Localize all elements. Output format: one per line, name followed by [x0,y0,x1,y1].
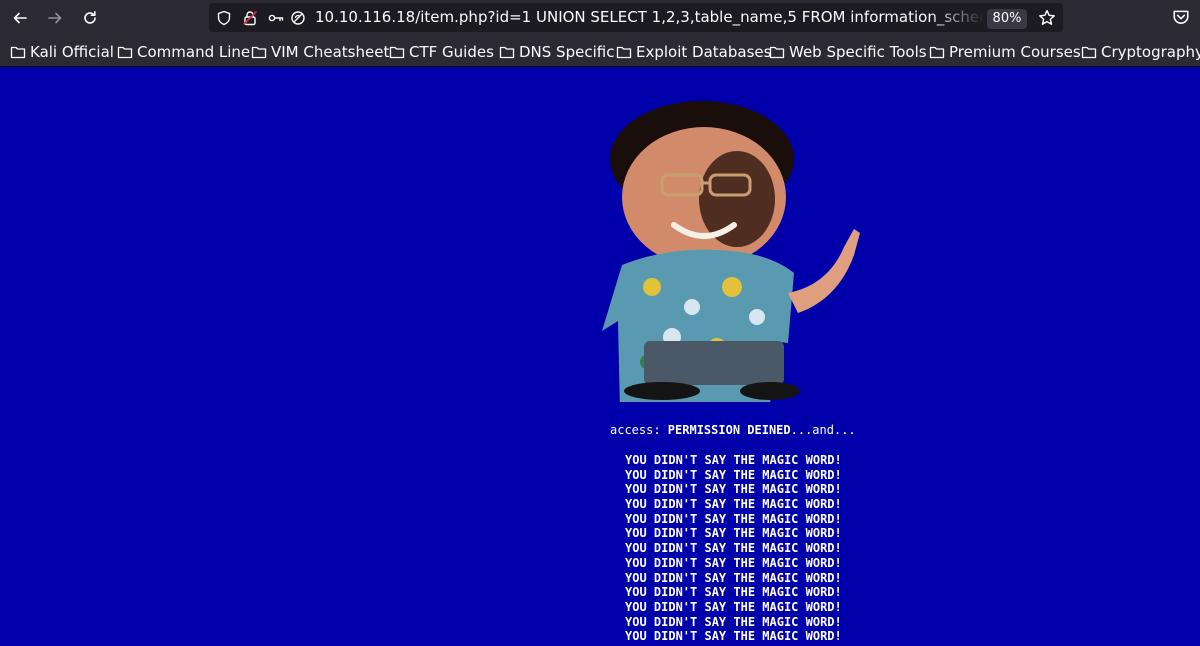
bookmark-label: Web Specific Tools [789,42,927,61]
insecure-lock-icon[interactable] [241,9,259,27]
folder-icon [1081,46,1097,58]
bookmark-label: Premium Courses [949,42,1081,61]
url-bar[interactable]: 10.10.116.18/item.php?id=1 UNION SELECT … [209,3,1063,32]
permissions-icon[interactable] [267,9,285,27]
magic-word-line: YOU DIDN'T SAY THE MAGIC WORD! [625,467,842,482]
magic-word-line: YOU DIDN'T SAY THE MAGIC WORD! [625,599,842,614]
zoom-level-button[interactable]: 80% [987,9,1027,29]
url-host: 10.10.116.18 [315,8,416,26]
url-path: /item.php?id=1 UNION SELECT 1,2,3,table_… [415,8,985,26]
magic-word-line: YOU DIDN'T SAY THE MAGIC WORD! [625,526,842,541]
bookmark-ctf-guides[interactable]: CTF Guides [389,41,494,62]
bookmark-label: CTF Guides [409,42,494,61]
forward-arrow-icon [48,12,62,24]
url-text[interactable]: 10.10.116.18/item.php?id=1 UNION SELECT … [315,3,985,32]
bookmark-command-line[interactable]: Command Line [117,41,250,62]
folder-icon [769,46,785,58]
forward-button[interactable] [43,6,67,30]
access-suffix: ...and... [790,423,856,437]
page-content: access: PERMISSION DEINED...and... YOU D… [0,67,1200,646]
bookmark-label: Kali Official [30,42,114,61]
folder-icon [251,46,267,58]
magic-word-line: YOU DIDN'T SAY THE MAGIC WORD! [625,541,842,556]
folder-icon [10,46,26,58]
reload-button[interactable] [78,6,102,30]
reload-icon [84,11,96,24]
browser-toolbar: 10.10.116.18/item.php?id=1 UNION SELECT … [0,0,1200,36]
folder-icon [616,46,632,58]
bookmark-label: Command Line [137,42,251,61]
shield-icon[interactable] [215,9,233,27]
bookmark-dns-specific[interactable]: DNS Specific [499,41,614,62]
magic-word-line: YOU DIDN'T SAY THE MAGIC WORD! [625,614,842,629]
magic-word-line: YOU DIDN'T SAY THE MAGIC WORD! [625,585,842,600]
bookmark-cryptography[interactable]: Cryptography [1081,41,1200,62]
magic-word-line: YOU DIDN'T SAY THE MAGIC WORD! [625,555,842,570]
bookmark-label: VIM Cheatsheet [271,42,390,61]
folder-icon [929,46,945,58]
bookmark-premium-courses[interactable]: Premium Courses [929,41,1081,62]
bookmark-label: Cryptography [1101,42,1200,61]
magic-word-list: YOU DIDN'T SAY THE MAGIC WORD! YOU DIDN'… [625,453,842,644]
star-icon[interactable] [1038,9,1056,27]
folder-icon [499,46,515,58]
back-button[interactable] [8,6,32,30]
back-arrow-icon [13,12,27,24]
access-prefix: access: [610,423,668,437]
bookmark-vim-cheatsheet[interactable]: VIM Cheatsheet [251,41,389,62]
tracking-off-icon[interactable] [289,9,307,27]
bookmark-web-specific-tools[interactable]: Web Specific Tools [769,41,927,62]
bookmark-label: Exploit Databases [636,42,772,61]
access-status-line: access: PERMISSION DEINED...and... [610,423,856,438]
magic-word-line: YOU DIDN'T SAY THE MAGIC WORD! [625,511,842,526]
folder-icon [389,46,405,58]
magic-word-line: YOU DIDN'T SAY THE MAGIC WORD! [625,497,842,512]
bookmark-exploit-databases[interactable]: Exploit Databases [616,41,771,62]
pointing-man-image [602,101,860,402]
bookmarks-toolbar: Kali Official Command Line VIM Cheatshee… [0,36,1200,67]
folder-icon [117,46,133,58]
access-status: PERMISSION DEINED [667,423,791,437]
magic-word-line: YOU DIDN'T SAY THE MAGIC WORD! [625,629,842,644]
magic-word-line: YOU DIDN'T SAY THE MAGIC WORD! [625,570,842,585]
bookmark-label: DNS Specific [519,42,615,61]
magic-word-line: YOU DIDN'T SAY THE MAGIC WORD! [625,482,842,497]
pocket-icon[interactable] [1172,8,1190,26]
url-fade [929,3,985,32]
bookmark-kali-official[interactable]: Kali Official [10,41,114,62]
magic-word-line: YOU DIDN'T SAY THE MAGIC WORD! [625,453,842,467]
